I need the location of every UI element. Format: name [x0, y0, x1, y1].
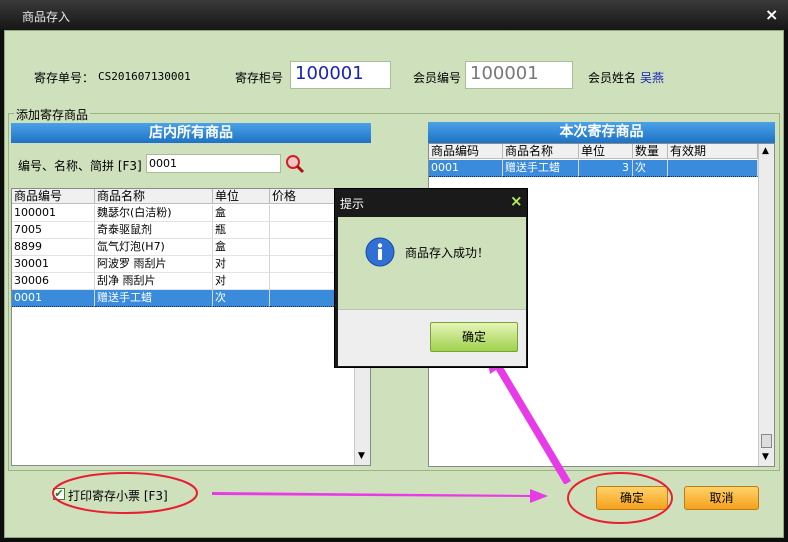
dialog-close-icon[interactable]: ×	[510, 192, 523, 210]
dialog-body: 商品存入成功！ 确定	[338, 217, 526, 366]
annotation-circle-print	[52, 472, 198, 514]
annotation-arrow-right	[212, 489, 548, 503]
dialog-ok-button[interactable]: 确定	[430, 322, 518, 352]
info-dialog: 提示 × 商品存入成功！ 确定	[334, 188, 528, 368]
info-icon	[365, 237, 395, 267]
dialog-message: 商品存入成功！	[405, 246, 490, 260]
dialog-button-area: 确定	[338, 309, 526, 366]
dialog-title: 提示	[340, 197, 365, 211]
annotation-arrow-up	[486, 352, 571, 484]
annotation-circle-ok	[567, 472, 673, 524]
app-window: 商品存入 × 寄存单号： CS201607130001 寄存柜号 100001 …	[0, 0, 788, 542]
dialog-title-bar: 提示 ×	[335, 189, 527, 215]
